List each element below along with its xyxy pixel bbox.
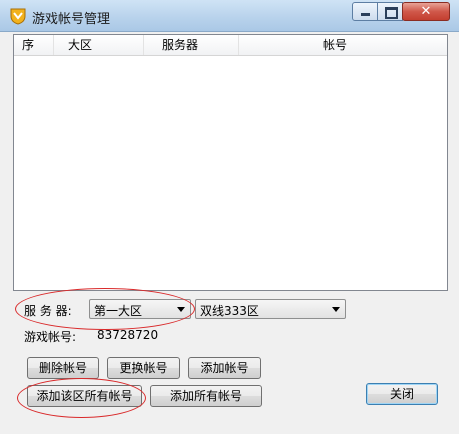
column-header-server[interactable]: 服务器 xyxy=(144,35,239,55)
column-header-account[interactable]: 帐号 xyxy=(239,35,447,55)
server-select-value: 双线333区 xyxy=(200,304,259,318)
title-bar[interactable]: 游戏帐号管理 ✕ xyxy=(0,0,459,32)
column-header-region[interactable]: 大区 xyxy=(54,35,144,55)
column-label: 序 xyxy=(22,38,35,52)
maximize-button[interactable] xyxy=(377,2,403,21)
account-value: 83728720 xyxy=(97,328,159,342)
minimize-button[interactable] xyxy=(352,2,378,21)
column-header-index[interactable]: 序 xyxy=(14,35,54,55)
region-select[interactable]: 第一大区 xyxy=(89,299,191,319)
chevron-down-icon xyxy=(332,307,340,312)
server-select[interactable]: 双线333区 xyxy=(195,299,346,319)
account-label: 游戏帐号: xyxy=(24,330,77,344)
region-select-value: 第一大区 xyxy=(94,304,143,318)
close-button[interactable]: 关闭 xyxy=(366,383,438,405)
column-label: 服务器 xyxy=(162,38,199,52)
column-label: 帐号 xyxy=(323,38,348,52)
close-window-button[interactable]: ✕ xyxy=(402,2,450,21)
add-region-accounts-button[interactable]: 添加该区所有帐号 xyxy=(27,385,142,407)
server-label: 服 务 器: xyxy=(24,304,72,318)
account-list[interactable]: 序 大区 服务器 帐号 xyxy=(13,34,448,291)
delete-account-button[interactable]: 删除帐号 xyxy=(27,357,99,379)
close-icon: ✕ xyxy=(420,4,432,19)
list-header: 序 大区 服务器 帐号 xyxy=(14,35,447,56)
minimize-icon xyxy=(361,13,370,16)
replace-account-button[interactable]: 更换帐号 xyxy=(107,357,180,379)
app-shield-icon xyxy=(10,8,26,25)
chevron-down-icon xyxy=(177,307,185,312)
maximize-icon xyxy=(385,7,398,19)
column-label: 大区 xyxy=(68,38,93,52)
window-title: 游戏帐号管理 xyxy=(32,12,111,27)
add-all-accounts-button[interactable]: 添加所有帐号 xyxy=(150,385,262,407)
add-account-button[interactable]: 添加帐号 xyxy=(188,357,261,379)
